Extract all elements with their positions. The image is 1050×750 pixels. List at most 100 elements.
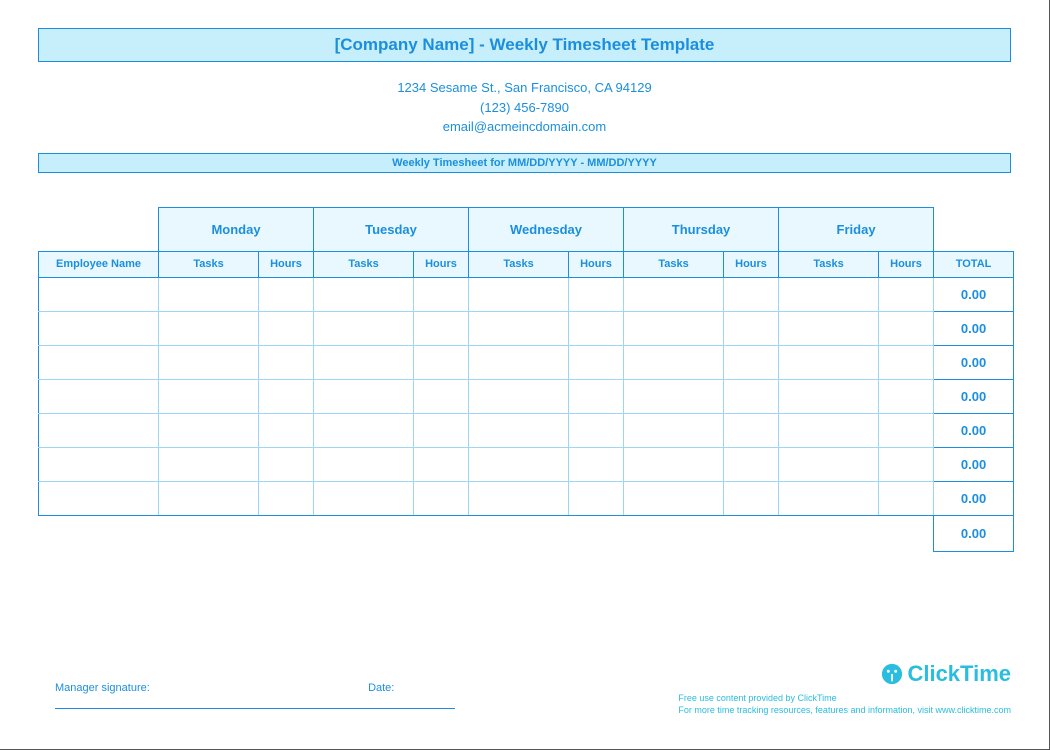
cell[interactable] — [624, 311, 724, 345]
cell[interactable] — [624, 413, 724, 447]
cell[interactable] — [624, 379, 724, 413]
timesheet-body: 0.000.000.000.000.000.000.00 — [39, 277, 1014, 515]
cell[interactable] — [414, 413, 469, 447]
cell[interactable] — [39, 447, 159, 481]
document-title-bar: [Company Name] - Weekly Timesheet Templa… — [38, 28, 1011, 62]
cell[interactable] — [469, 277, 569, 311]
cell[interactable] — [879, 481, 934, 515]
cell[interactable] — [779, 277, 879, 311]
header-fri-tasks: Tasks — [779, 251, 879, 277]
cell[interactable] — [414, 311, 469, 345]
cell[interactable] — [314, 447, 414, 481]
cell[interactable] — [259, 413, 314, 447]
cell[interactable] — [414, 345, 469, 379]
cell[interactable] — [724, 447, 779, 481]
cell[interactable] — [724, 345, 779, 379]
cell[interactable] — [469, 345, 569, 379]
cell[interactable] — [779, 447, 879, 481]
cell[interactable] — [159, 345, 259, 379]
document-title: [Company Name] - Weekly Timesheet Templa… — [335, 35, 715, 54]
cell[interactable] — [314, 311, 414, 345]
cell[interactable] — [624, 447, 724, 481]
cell[interactable] — [39, 413, 159, 447]
header-mon-hours: Hours — [259, 251, 314, 277]
cell[interactable] — [259, 277, 314, 311]
cell[interactable] — [879, 447, 934, 481]
cell[interactable] — [469, 311, 569, 345]
cell[interactable] — [39, 311, 159, 345]
table-row: 0.00 — [39, 481, 1014, 515]
cell[interactable] — [259, 379, 314, 413]
cell[interactable] — [624, 481, 724, 515]
cell[interactable] — [469, 447, 569, 481]
cell[interactable] — [569, 311, 624, 345]
cell[interactable] — [569, 447, 624, 481]
cell[interactable] — [779, 311, 879, 345]
cell[interactable] — [569, 413, 624, 447]
cell[interactable] — [779, 379, 879, 413]
cell[interactable] — [724, 413, 779, 447]
header-employee: Employee Name — [39, 251, 159, 277]
cell[interactable] — [414, 447, 469, 481]
cell[interactable] — [259, 345, 314, 379]
row-total: 0.00 — [934, 277, 1014, 311]
cell[interactable] — [39, 345, 159, 379]
cell[interactable] — [724, 311, 779, 345]
cell[interactable] — [159, 447, 259, 481]
cell[interactable] — [259, 447, 314, 481]
cell[interactable] — [159, 379, 259, 413]
cell[interactable] — [879, 379, 934, 413]
cell[interactable] — [314, 277, 414, 311]
cell[interactable] — [39, 379, 159, 413]
cell[interactable] — [724, 379, 779, 413]
company-address: 1234 Sesame St., San Francisco, CA 94129 — [38, 78, 1011, 98]
row-total: 0.00 — [934, 413, 1014, 447]
cell[interactable] — [314, 481, 414, 515]
cell[interactable] — [414, 379, 469, 413]
cell[interactable] — [39, 481, 159, 515]
cell[interactable] — [879, 311, 934, 345]
brand-block: ClickTime Free use content provided by C… — [678, 659, 1011, 717]
cell[interactable] — [779, 481, 879, 515]
cell[interactable] — [259, 311, 314, 345]
timesheet-range: Weekly Timesheet for MM/DD/YYYY - MM/DD/… — [392, 157, 657, 169]
cell[interactable] — [569, 481, 624, 515]
table-row: 0.00 — [39, 447, 1014, 481]
cell[interactable] — [779, 345, 879, 379]
signature-label: Manager signature: — [55, 682, 365, 694]
cell[interactable] — [159, 277, 259, 311]
cell[interactable] — [624, 277, 724, 311]
header-thursday: Thursday — [624, 207, 779, 251]
cell[interactable] — [314, 345, 414, 379]
brand-logo: ClickTime — [678, 659, 1011, 690]
header-mon-tasks: Tasks — [159, 251, 259, 277]
cell[interactable] — [159, 311, 259, 345]
header-blank-right — [934, 207, 1014, 251]
cell[interactable] — [314, 413, 414, 447]
cell[interactable] — [39, 277, 159, 311]
cell[interactable] — [724, 481, 779, 515]
cell[interactable] — [879, 413, 934, 447]
cell[interactable] — [469, 379, 569, 413]
cell[interactable] — [779, 413, 879, 447]
cell[interactable] — [159, 481, 259, 515]
cell[interactable] — [414, 481, 469, 515]
header-monday: Monday — [159, 207, 314, 251]
cell[interactable] — [879, 277, 934, 311]
timesheet-table: Monday Tuesday Wednesday Thursday Friday… — [38, 207, 1014, 552]
cell[interactable] — [259, 481, 314, 515]
cell[interactable] — [624, 345, 724, 379]
cell[interactable] — [314, 379, 414, 413]
cell[interactable] — [724, 277, 779, 311]
cell[interactable] — [414, 277, 469, 311]
cell[interactable] — [159, 413, 259, 447]
cell[interactable] — [469, 413, 569, 447]
cell[interactable] — [879, 345, 934, 379]
cell[interactable] — [569, 379, 624, 413]
table-row: 0.00 — [39, 345, 1014, 379]
timesheet-range-bar: Weekly Timesheet for MM/DD/YYYY - MM/DD/… — [38, 153, 1011, 173]
cell[interactable] — [569, 277, 624, 311]
cell[interactable] — [469, 481, 569, 515]
header-tue-tasks: Tasks — [314, 251, 414, 277]
cell[interactable] — [569, 345, 624, 379]
